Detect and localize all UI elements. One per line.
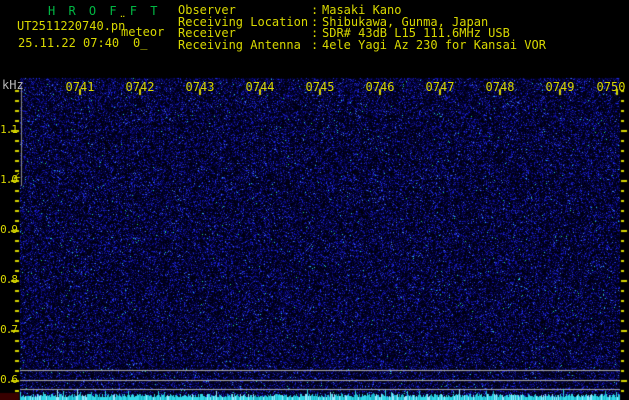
x-axis-tick-label: 0745: [300, 81, 340, 93]
echo-counter: 0_: [133, 37, 147, 49]
y-axis-tick-label: 0.9: [0, 224, 17, 236]
y-axis-tick-label: 0.6: [0, 374, 17, 386]
app-title: H R O F F T: [48, 5, 160, 17]
x-axis-tick-label: 0741: [60, 81, 100, 93]
x-axis-tick-label: 0748: [480, 81, 520, 93]
info-label: Receiving Antenna: [178, 39, 301, 51]
x-axis-tick-label: 0746: [360, 81, 400, 93]
datetime-label: 25.11.22 07:40: [18, 37, 119, 49]
info-value: 4ele Yagi Az 230 for Kansai VOR: [322, 39, 546, 51]
hrofft-window: H R O F F T UT2511220740.pn ¨ meteor 25.…: [0, 0, 629, 400]
x-axis-tick-label: 0750: [591, 81, 629, 93]
x-axis-tick-label: 0747: [420, 81, 460, 93]
y-axis-unit-label: kHz: [2, 79, 24, 91]
spectrogram-canvas: [0, 0, 629, 400]
y-axis-tick-label: 0.7: [0, 324, 17, 336]
y-axis-tick-label: 1.1: [0, 124, 17, 136]
x-axis-tick-label: 0749: [540, 81, 580, 93]
y-axis-tick-label: 1.0: [0, 174, 17, 186]
y-axis-tick-label: 0.8: [0, 274, 17, 286]
x-axis-tick-label: 0742: [120, 81, 160, 93]
info-separator: :: [311, 39, 318, 51]
filename-label: UT2511220740.pn: [17, 20, 125, 32]
x-axis-tick-label: 0743: [180, 81, 220, 93]
x-axis-tick-label: 0744: [240, 81, 280, 93]
